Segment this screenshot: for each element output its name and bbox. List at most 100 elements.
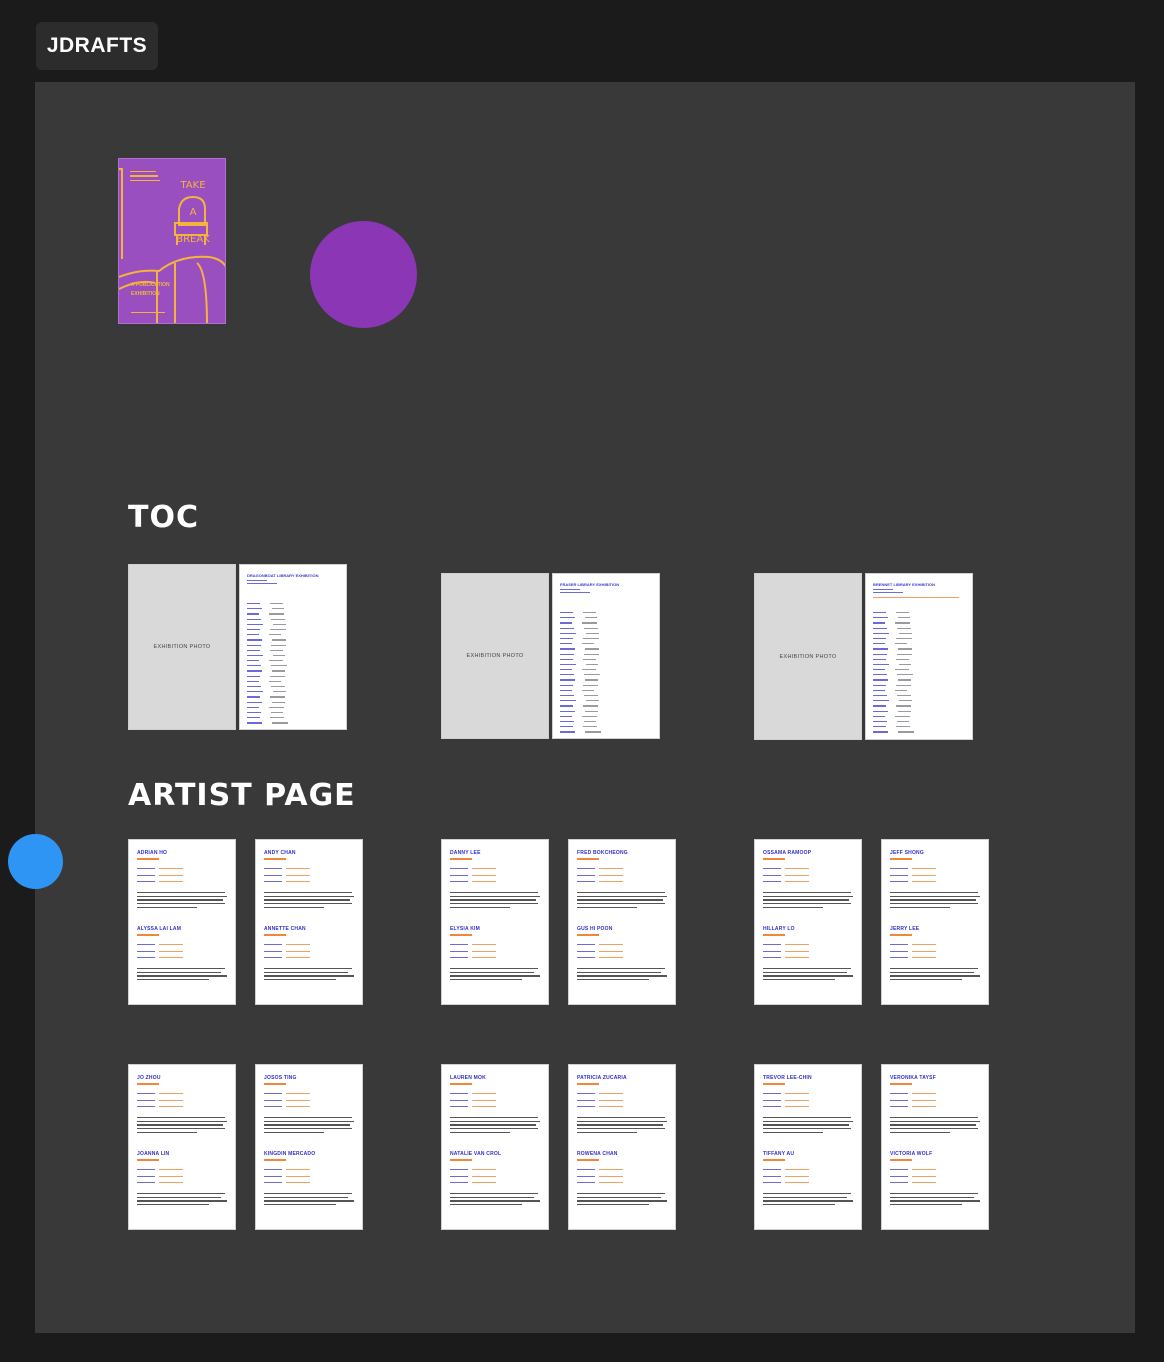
toc-list-page[interactable]: BRENNET LIBRARY EXHIBITION <box>865 573 973 740</box>
artist-entry: GUS HI POON <box>577 926 667 983</box>
artist-page[interactable]: TREVOR LEE-CHIN TIFFANY AU <box>754 1064 862 1230</box>
artist-page[interactable]: FRED BOKCHEONG GUS HI POON <box>568 839 676 1005</box>
artist-name: ANNETTE CHAN <box>264 926 306 932</box>
artist-detail-row <box>577 955 667 962</box>
toc-exhibition-photo-page[interactable]: EXHIBITION PHOTO <box>754 573 862 740</box>
artist-detail-rows <box>577 1091 667 1111</box>
artist-detail-row <box>137 1104 227 1111</box>
artist-page[interactable]: ANDY CHAN ANNETTE CHAN <box>255 839 363 1005</box>
artist-page[interactable]: DANNY LEE ELYSIA KIM <box>441 839 549 1005</box>
artist-bio-text <box>264 892 354 908</box>
artist-entry: ELYSIA KIM <box>450 926 540 983</box>
artist-page[interactable]: PATRICIA ZUCARIA ROWENA CHAN <box>568 1064 676 1230</box>
toc-subheading-lines <box>560 588 590 593</box>
artist-detail-row <box>450 955 540 962</box>
artist-page[interactable]: LAUREN MOK NATALIE VAN CROL <box>441 1064 549 1230</box>
canvas-handle[interactable] <box>8 834 63 889</box>
artist-bio-text <box>577 968 667 981</box>
toc-entry <box>873 729 914 734</box>
artist-detail-rows <box>450 942 540 962</box>
artist-page[interactable]: JO ZHOU JOANNA LIN <box>128 1064 236 1230</box>
toc-heading: BRENNET LIBRARY EXHIBITION <box>873 582 936 587</box>
cover-dates-line <box>131 312 165 314</box>
artist-entry: ANDY CHAN <box>264 850 354 910</box>
artist-detail-row <box>763 1180 853 1187</box>
artist-entry: ANNETTE CHAN <box>264 926 354 983</box>
artist-discipline-tag <box>763 1159 785 1161</box>
artist-discipline-tag <box>137 934 159 936</box>
artist-name: NATALIE VAN CROL <box>450 1151 502 1157</box>
artist-detail-rows <box>763 942 853 962</box>
artist-bio-text <box>450 1117 540 1133</box>
artist-name: JEFF SHONG <box>890 850 924 856</box>
artist-detail-row <box>763 1104 853 1111</box>
exhibition-photo-label: EXHIBITION PHOTO <box>466 653 524 659</box>
artist-name: JO ZHOU <box>137 1075 161 1081</box>
artist-entry: VERONIKA TAYSF <box>890 1075 980 1135</box>
toc-exhibition-photo-page[interactable]: EXHIBITION PHOTO <box>441 573 549 739</box>
artist-name: LAUREN MOK <box>450 1075 486 1081</box>
artist-bio-text <box>890 1117 980 1133</box>
artist-detail-rows <box>577 866 667 886</box>
artist-entry: ALYSSA LAI LAM <box>137 926 227 983</box>
artist-bio-text <box>763 968 853 981</box>
artist-bio-text <box>890 1193 980 1206</box>
artist-page[interactable]: OSSAMA RAMOOP HILLARY LO <box>754 839 862 1005</box>
artist-page[interactable]: VERONIKA TAYSF VICTORIA WOLF <box>881 1064 989 1230</box>
artist-detail-row <box>137 1180 227 1187</box>
artist-entry: TIFFANY AU <box>763 1151 853 1208</box>
exhibition-photo-label: EXHIBITION PHOTO <box>153 644 211 650</box>
artist-entry: PATRICIA ZUCARIA <box>577 1075 667 1135</box>
artist-detail-row <box>137 879 227 886</box>
artist-page[interactable]: JEFF SHONG JERRY LEE <box>881 839 989 1005</box>
artist-detail-rows <box>763 1167 853 1187</box>
cover-title: TAKE A BREAK <box>176 180 210 245</box>
artist-entry: DANNY LEE <box>450 850 540 910</box>
artist-name: GUS HI POON <box>577 926 613 932</box>
artist-entry: HILLARY LO <box>763 926 853 983</box>
artist-page[interactable]: ADRIAN HO ALYSSA LAI LAM <box>128 839 236 1005</box>
artist-detail-rows <box>577 1167 667 1187</box>
toc-list-page[interactable]: FRASER LIBRARY EXHIBITION <box>552 573 660 739</box>
artist-detail-row <box>264 879 354 886</box>
toc-exhibition-photo-page[interactable]: EXHIBITION PHOTO <box>128 564 236 730</box>
toc-heading: DRAGONBOAT LIBRARY EXHIBITION <box>247 573 319 578</box>
artist-detail-rows <box>450 866 540 886</box>
artist-bio-text <box>264 1193 354 1206</box>
artist-name: DANNY LEE <box>450 850 481 856</box>
toc-entry <box>560 729 601 734</box>
artist-discipline-tag <box>450 858 472 860</box>
artist-entry: TREVOR LEE-CHIN <box>763 1075 853 1135</box>
artist-detail-row <box>890 879 980 886</box>
artist-detail-row <box>577 1180 667 1187</box>
artist-discipline-tag <box>890 934 912 936</box>
artist-name: KINGDIN MERCADO <box>264 1151 316 1157</box>
artist-entry: JERRY LEE <box>890 926 980 983</box>
artist-discipline-tag <box>450 1159 472 1161</box>
artist-detail-row <box>577 879 667 886</box>
artist-detail-rows <box>450 1167 540 1187</box>
artist-page[interactable]: JOSOS TING KINGDIN MERCADO <box>255 1064 363 1230</box>
artist-discipline-tag <box>890 1083 912 1085</box>
artist-bio-text <box>137 892 227 908</box>
artist-entry: ADRIAN HO <box>137 850 227 910</box>
toc-list-page[interactable]: DRAGONBOAT LIBRARY EXHIBITION <box>239 564 347 730</box>
artist-entry: NATALIE VAN CROL <box>450 1151 540 1208</box>
artist-detail-rows <box>137 1091 227 1111</box>
artist-name: ELYSIA KIM <box>450 926 480 932</box>
artist-detail-rows <box>890 1091 980 1111</box>
app-name-tag[interactable]: JDRAFTS <box>36 22 158 70</box>
artist-name: ADRIAN HO <box>137 850 168 856</box>
section-label-toc: TOC <box>128 500 199 535</box>
artist-name: TIFFANY AU <box>763 1151 795 1157</box>
artist-entry: ROWENA CHAN <box>577 1151 667 1208</box>
artist-detail-rows <box>264 866 354 886</box>
artist-name: PATRICIA ZUCARIA <box>577 1075 627 1081</box>
cover-page-thumbnail[interactable]: TAKE A BREAK A PUBLICATION EXHIBITION <box>118 158 226 324</box>
artist-discipline-tag <box>264 1083 286 1085</box>
artist-bio-text <box>890 892 980 908</box>
purple-circle-shape[interactable] <box>310 221 417 328</box>
artist-detail-rows <box>137 1167 227 1187</box>
artist-bio-text <box>137 1193 227 1206</box>
artist-discipline-tag <box>763 858 785 860</box>
